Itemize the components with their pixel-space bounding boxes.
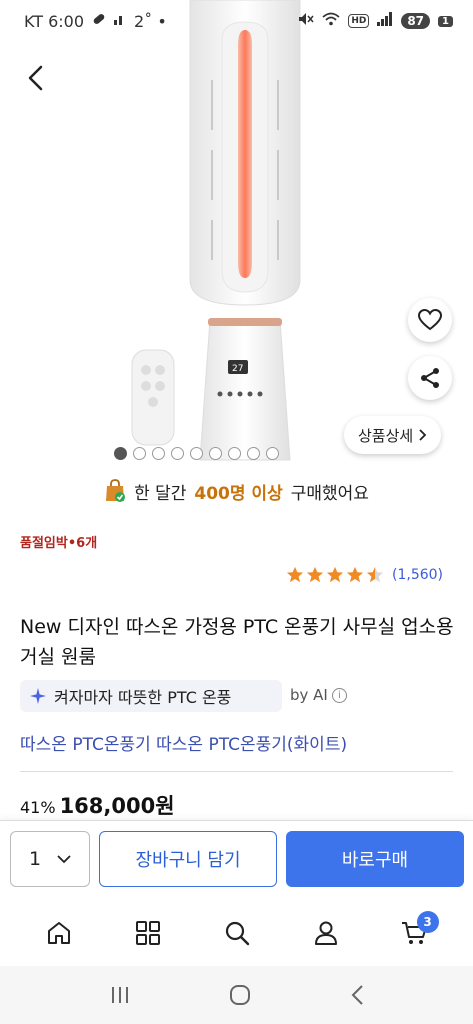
product-options[interactable]: 따스온 PTC온풍기 따스온 PTC온풍기(화이트) — [20, 730, 347, 755]
buy-now-button[interactable]: 바로구매 — [286, 831, 464, 887]
signal-icon — [377, 12, 393, 30]
price-row: 41% 168,000원 — [20, 790, 175, 820]
nav-cart[interactable]: 3 — [391, 909, 439, 957]
status-bar: KT 6:00 2˚ • HD 87 1 — [0, 0, 473, 42]
back-system-icon[interactable] — [350, 984, 364, 1006]
heart-icon — [418, 309, 442, 331]
quantity-value: 1 — [28, 848, 42, 870]
star-icon — [286, 566, 304, 583]
star-icon — [346, 566, 364, 583]
nav-my-page[interactable] — [302, 909, 350, 957]
system-nav-bar — [0, 966, 473, 1024]
chevron-right-icon — [419, 429, 427, 441]
carousel-dot[interactable] — [228, 447, 241, 460]
purchase-bar: 1 장바구니 담기 바로구매 — [0, 820, 473, 900]
rating-summary[interactable]: (1,560) — [286, 566, 443, 584]
add-to-cart-button[interactable]: 장바구니 담기 — [99, 831, 277, 887]
carrier-time: KT 6:00 — [24, 11, 85, 31]
low-stock-label: 품절임박•6개 — [20, 536, 98, 551]
carousel-dot[interactable] — [133, 447, 146, 460]
star-icon — [366, 566, 384, 583]
banner-prefix: 한 달간 — [134, 483, 187, 504]
nav-search[interactable] — [213, 909, 261, 957]
home-system-icon[interactable] — [229, 984, 251, 1006]
grid-icon — [135, 921, 160, 945]
review-count[interactable]: (1,560) — [392, 567, 443, 583]
shopping-bag-icon — [104, 479, 126, 503]
banner-highlight: 400명 이상 — [194, 483, 283, 504]
ai-summary-text: 켜자마자 따뜻한 PTC 온풍 — [54, 688, 232, 707]
nav-home[interactable] — [35, 909, 83, 957]
signal-mini-icon — [114, 13, 126, 29]
status-extra: 2˚ • — [134, 11, 167, 31]
battery-indicator: 87 — [401, 13, 431, 29]
wishlist-button[interactable] — [408, 298, 452, 342]
star-rating — [286, 566, 384, 584]
carousel-dot[interactable] — [190, 447, 203, 460]
back-button[interactable] — [16, 58, 56, 98]
carousel-dot[interactable] — [209, 447, 222, 460]
home-icon — [47, 922, 70, 944]
user-icon — [314, 921, 337, 945]
carousel-dot[interactable] — [247, 447, 260, 460]
discount-rate: 41% — [20, 798, 56, 817]
ai-summary-box: 켜자마자 따뜻한 PTC 온풍 — [20, 680, 282, 712]
info-icon[interactable]: i — [331, 687, 347, 703]
carousel-dot[interactable] — [266, 447, 279, 460]
mute-icon — [298, 12, 314, 30]
sale-price: 168,000원 — [59, 794, 175, 818]
carousel-dots[interactable] — [0, 447, 473, 460]
share-icon — [421, 368, 439, 388]
sparkle-icon — [30, 688, 46, 704]
carousel-dot[interactable] — [171, 447, 184, 460]
product-detail-label: 상품상세 — [358, 426, 414, 445]
search-icon — [225, 921, 249, 946]
ai-attribution[interactable]: by AI i — [290, 686, 347, 704]
sim-indicator: 1 — [438, 15, 453, 27]
quantity-select[interactable]: 1 — [10, 831, 90, 887]
product-title: New 디자인 따스온 가정용 PTC 온풍기 사무실 업소용 거실 원룸 — [20, 616, 454, 668]
cart-count-badge: 3 — [416, 911, 439, 933]
chevron-left-icon — [28, 65, 43, 91]
purchase-count-banner: 한 달간 400명 이상 구매했어요 — [0, 474, 473, 508]
hd-badge: HD — [348, 14, 370, 28]
product-photo: 27 — [131, 0, 301, 461]
carousel-dot[interactable] — [152, 447, 165, 460]
share-button[interactable] — [408, 356, 452, 400]
star-icon — [306, 566, 324, 583]
carousel-dot[interactable] — [114, 447, 127, 460]
divider — [20, 771, 453, 772]
wifi-icon — [322, 12, 340, 30]
banner-suffix: 구매했어요 — [290, 483, 369, 504]
app-bottom-nav: 3 — [0, 900, 473, 966]
star-icon — [326, 566, 344, 583]
ai-by-label: by AI — [290, 686, 328, 704]
product-image-carousel[interactable]: 27 상품상세 — [0, 0, 473, 470]
pill-icon — [92, 12, 106, 30]
recent-apps-icon[interactable] — [109, 985, 131, 1005]
chevron-down-icon — [57, 854, 71, 863]
nav-categories[interactable] — [124, 909, 172, 957]
svg-text:27: 27 — [232, 364, 243, 374]
product-detail-page: 27 상품상세 KT 6:00 2˚ • HD 87 1 한 달간 400명 이… — [0, 0, 473, 1024]
